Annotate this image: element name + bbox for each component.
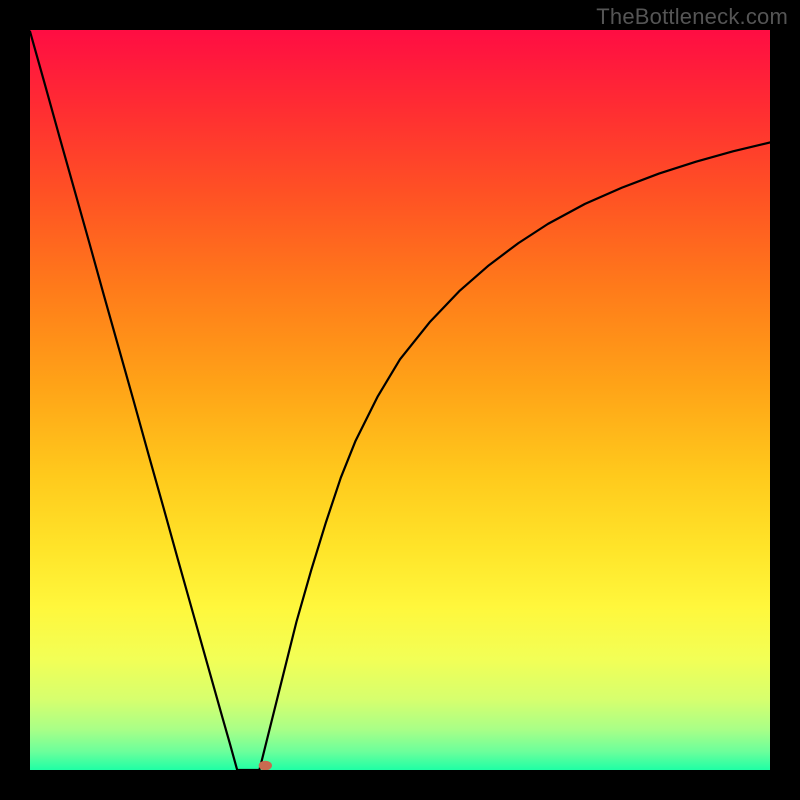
plot-frame: TheBottleneck.com [0, 0, 800, 800]
marker-group [259, 761, 272, 770]
chart-canvas [30, 30, 770, 770]
plot-area [30, 30, 770, 770]
gradient-background [30, 30, 770, 770]
minimum-marker [259, 761, 272, 770]
watermark-text: TheBottleneck.com [596, 4, 788, 30]
